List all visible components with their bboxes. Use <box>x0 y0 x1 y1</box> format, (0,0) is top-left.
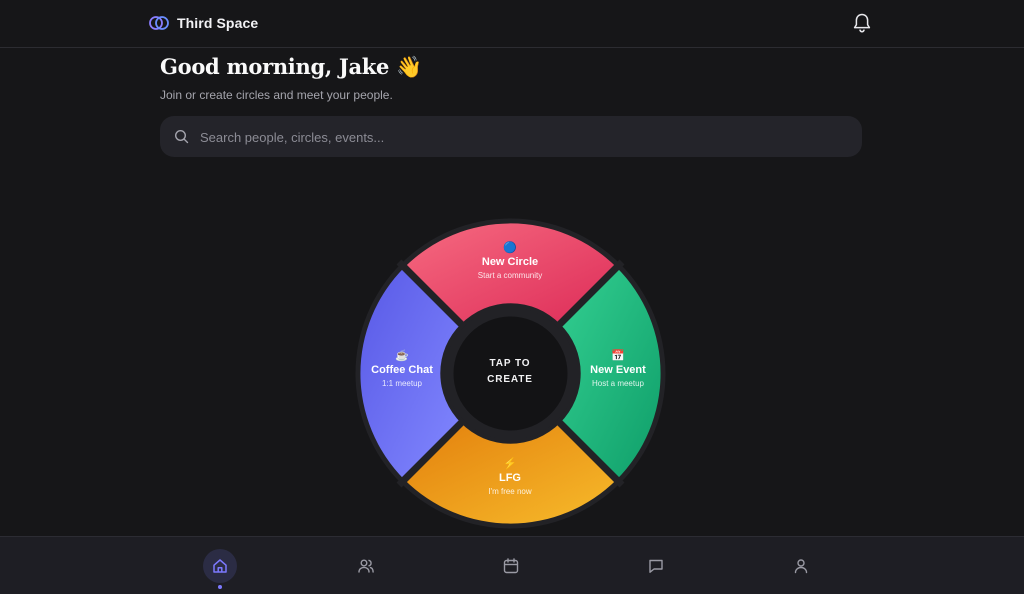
top-bar: Third Space <box>0 0 1024 48</box>
tap-to-create-label: TAP TO CREATE <box>487 358 533 385</box>
bell-icon[interactable] <box>852 12 872 34</box>
active-indicator-dot <box>218 585 222 589</box>
brand[interactable]: Third Space <box>149 14 258 32</box>
nav-home[interactable] <box>203 549 237 589</box>
home-icon <box>213 559 227 573</box>
search-bar[interactable] <box>160 116 862 159</box>
nav-messages[interactable] <box>639 549 673 583</box>
search-icon <box>174 129 189 144</box>
people-icon <box>358 559 374 573</box>
bottom-nav <box>0 536 1024 594</box>
nav-calendar[interactable] <box>494 549 528 583</box>
brand-name: Third Space <box>177 15 259 31</box>
user-icon <box>794 559 808 574</box>
nav-people[interactable] <box>349 549 383 583</box>
nav-profile[interactable] <box>784 549 818 583</box>
search-input[interactable] <box>198 116 842 159</box>
create-wheel: 🔵 New Circle Start a community 📅 New Eve… <box>355 218 666 529</box>
chat-bubble-icon <box>649 559 663 573</box>
greeting-subtitle: Join or create circles and meet your peo… <box>160 88 393 102</box>
calendar-icon <box>503 558 519 574</box>
overlapping-rings-icon <box>149 16 169 30</box>
greeting-title: Good morning, Jake 👋 <box>160 54 422 79</box>
